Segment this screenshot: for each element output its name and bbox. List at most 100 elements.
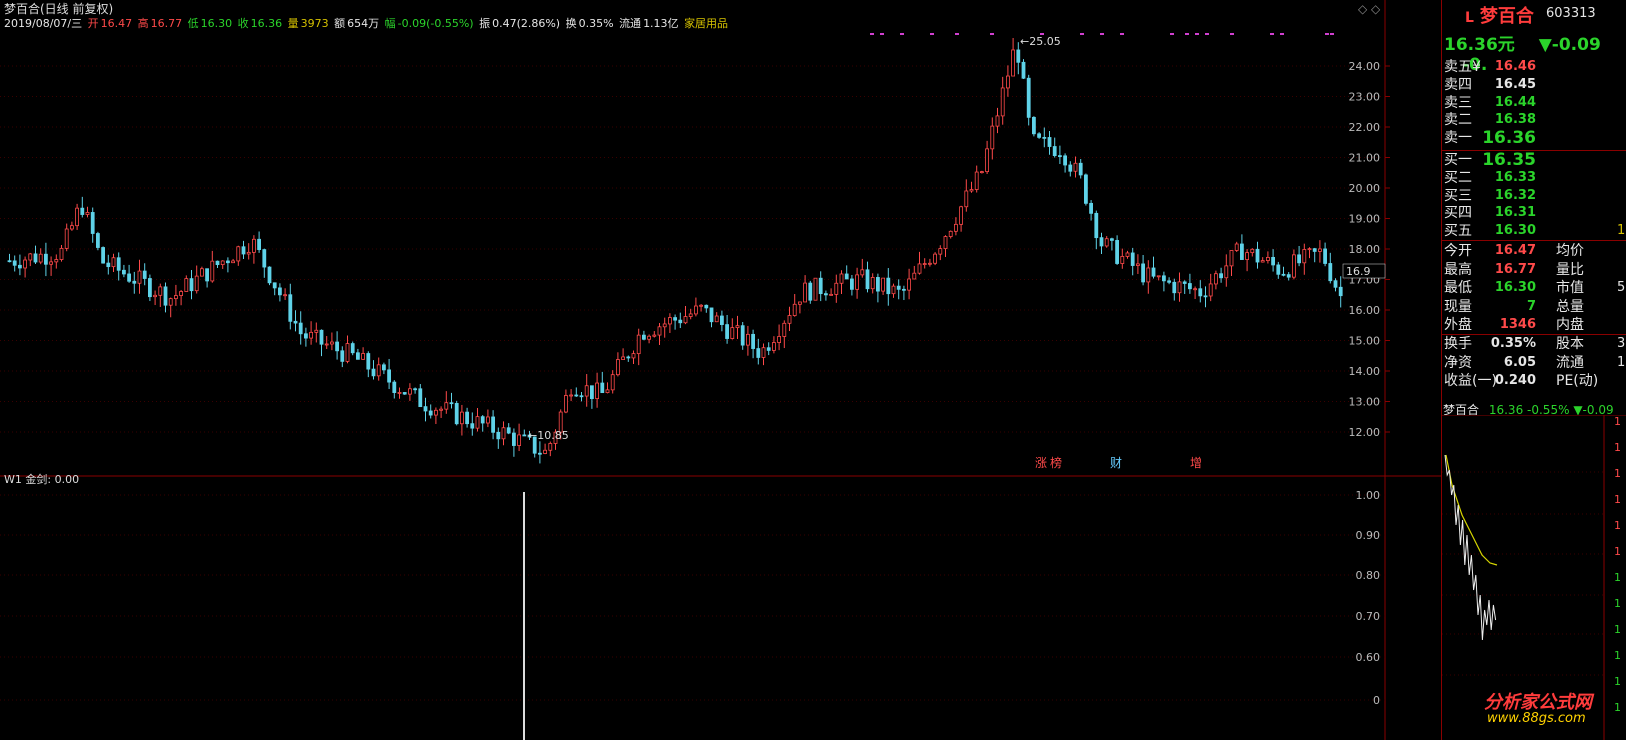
- signal-dot: [1205, 33, 1209, 35]
- candle-body: [366, 353, 371, 370]
- candle-body: [626, 356, 631, 359]
- amount-value: 654万: [347, 17, 380, 30]
- candle-body: [205, 268, 210, 282]
- candle-body: [865, 269, 870, 290]
- candle-body: [740, 325, 745, 346]
- candle-body: [1219, 273, 1223, 279]
- close-label: 收: [237, 17, 249, 30]
- event-marker: 财: [1110, 456, 1122, 470]
- quote-label: 卖五¥: [1444, 59, 1481, 75]
- candle-body: [621, 356, 625, 360]
- candle-body: [1042, 136, 1047, 139]
- candle-body: [335, 341, 340, 352]
- window-controls[interactable]: ◇ ◇: [1358, 2, 1380, 16]
- indicator-label: W1 金剑: 0.00: [4, 473, 80, 486]
- float-value: 1.13亿: [643, 17, 679, 30]
- indicator-tick-label: 1.00: [1356, 489, 1381, 502]
- candle-body: [1006, 75, 1010, 89]
- candle-body: [491, 416, 496, 433]
- candle-body: [1156, 275, 1161, 278]
- quote-label: 买五: [1444, 223, 1472, 240]
- price-tick-label: 18.00: [1349, 243, 1381, 256]
- candle-body: [1047, 137, 1052, 147]
- candle-body: [959, 206, 963, 225]
- change-label: 幅: [384, 17, 396, 30]
- candle-body: [1297, 254, 1301, 264]
- candle-body: [1099, 237, 1104, 247]
- candle-body: [324, 343, 329, 346]
- bid-volume: 1: [1617, 223, 1626, 239]
- candle-body: [376, 364, 381, 377]
- industry-tag[interactable]: 家居用品: [684, 17, 728, 30]
- candle-body: [319, 329, 324, 345]
- kline-chart[interactable]: 24.0023.0022.0021.0020.0019.0018.0017.00…: [0, 0, 1441, 740]
- candle-body: [236, 246, 241, 262]
- quote-value: 16.33: [1494, 169, 1536, 185]
- candle-body: [1104, 238, 1109, 247]
- candle-body: [355, 352, 360, 360]
- candle-body: [839, 273, 844, 284]
- quote-value: 16.31: [1494, 205, 1536, 221]
- candle-body: [1188, 283, 1192, 290]
- candle-body: [314, 329, 319, 333]
- stat-value: 3: [1617, 336, 1626, 351]
- watermark-url: www.88gs.com: [1487, 711, 1586, 726]
- signal-dot: [1330, 33, 1334, 35]
- quote-value: 16.46: [1494, 59, 1536, 74]
- candle-body: [1115, 240, 1119, 264]
- quote-value: 16.38: [1494, 112, 1536, 128]
- candle-body: [928, 262, 932, 265]
- signal-dot: [870, 33, 874, 35]
- candle-body: [501, 427, 506, 440]
- ohlc-info-bar: 2019/08/07/三 开 16.47 高 16.77 低 16.30 收 16.36…: [4, 15, 730, 31]
- candle-body: [974, 171, 979, 190]
- mini-right-tick: 1: [1614, 519, 1621, 532]
- candle-body: [548, 443, 553, 451]
- quote-value: 0.240: [1494, 373, 1536, 389]
- stat-label: 流通: [1556, 354, 1584, 371]
- candle-body: [881, 277, 885, 292]
- candle-body: [7, 260, 12, 263]
- quote-row: 买一 16.35: [1444, 151, 1536, 169]
- stat-label: 量比: [1556, 261, 1584, 278]
- quote-row: 卖四 16.45: [1444, 76, 1536, 94]
- quote-value: 16.44: [1494, 94, 1536, 110]
- price-tick-label: 24.00: [1349, 60, 1381, 73]
- quote-row: 买四 16.31: [1444, 204, 1536, 222]
- candle-body: [860, 269, 865, 276]
- signal-dot: [1100, 33, 1104, 35]
- amount-label: 额: [334, 17, 346, 30]
- candle-body: [642, 334, 646, 340]
- candle-body: [595, 382, 599, 400]
- candle-body: [725, 324, 729, 339]
- quote-row: 最低 16.30: [1444, 279, 1536, 297]
- candle-body: [694, 305, 698, 315]
- event-marker: 榜: [1050, 455, 1062, 470]
- candle-body: [813, 277, 818, 301]
- candle-body: [657, 326, 662, 336]
- event-marker: 增: [1190, 456, 1202, 470]
- candle-body: [985, 148, 989, 173]
- candle-body: [1167, 280, 1171, 283]
- candle-body: [387, 369, 392, 383]
- candle-body: [168, 298, 173, 306]
- quote-row: 买五 16.30: [1444, 222, 1536, 240]
- quote-row: 卖一 16.36: [1444, 129, 1536, 147]
- candle-body: [220, 260, 225, 266]
- candle-body: [163, 286, 168, 306]
- amp-label: 振: [479, 17, 491, 30]
- candle-body: [1078, 162, 1083, 176]
- candle-body: [147, 278, 152, 298]
- candle-body: [850, 278, 854, 290]
- candle-body: [1312, 248, 1317, 252]
- candle-body: [283, 294, 288, 297]
- signal-dot: [1120, 33, 1124, 35]
- candle-body: [1052, 146, 1057, 157]
- candle-body: [631, 353, 636, 359]
- price-tick-label: 13.00: [1349, 396, 1381, 409]
- candle-body: [1208, 283, 1213, 297]
- signal-dot: [1230, 33, 1234, 35]
- candle-body: [309, 331, 314, 339]
- candle-body: [12, 260, 17, 266]
- candle-body: [345, 343, 350, 362]
